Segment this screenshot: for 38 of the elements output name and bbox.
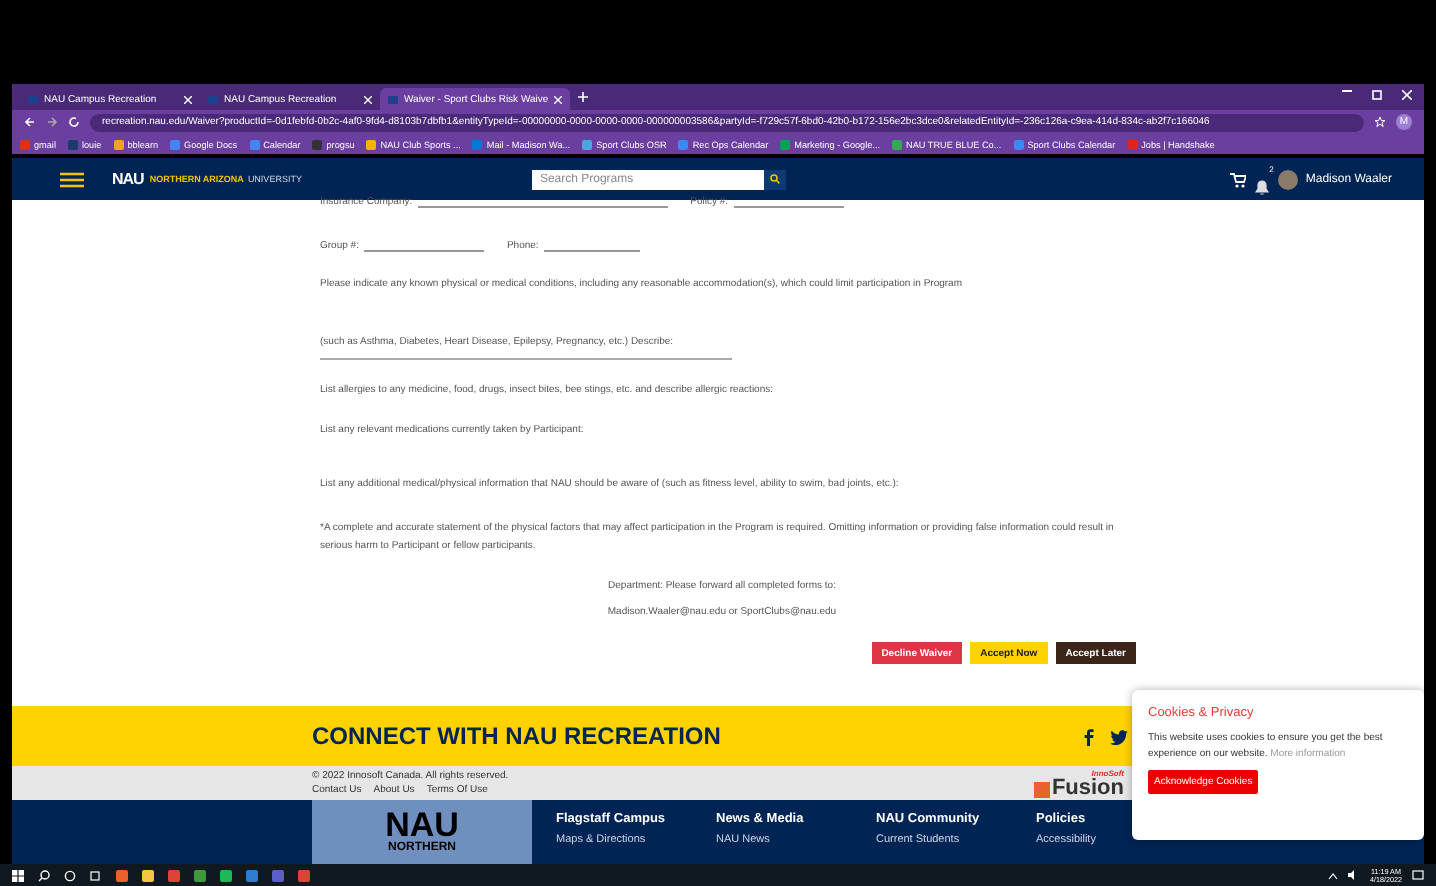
logo: NAU bbox=[112, 170, 144, 188]
windows-start-icon[interactable] bbox=[12, 869, 24, 881]
search-button[interactable] bbox=[763, 169, 786, 189]
footer-logo: NAU bbox=[385, 808, 459, 842]
cart-icon[interactable] bbox=[1229, 171, 1246, 187]
minimize-icon[interactable] bbox=[1342, 90, 1352, 94]
close-icon[interactable] bbox=[184, 95, 192, 103]
bell-icon[interactable] bbox=[1253, 178, 1270, 196]
twitter-icon[interactable] bbox=[1110, 727, 1129, 745]
forward-icon[interactable] bbox=[46, 116, 58, 128]
facebook-icon[interactable] bbox=[1080, 727, 1099, 745]
brand-text: Fusion bbox=[1051, 778, 1124, 798]
task-view-icon[interactable] bbox=[90, 869, 102, 881]
app-icon[interactable] bbox=[272, 869, 284, 881]
app-icon[interactable] bbox=[194, 869, 206, 881]
app-icon[interactable] bbox=[220, 869, 232, 881]
speaker-icon[interactable] bbox=[1348, 870, 1360, 880]
fusion-logo-icon bbox=[1033, 782, 1050, 798]
site-icon bbox=[28, 95, 38, 103]
back-icon[interactable] bbox=[24, 116, 36, 128]
chevron-icon[interactable] bbox=[1328, 871, 1338, 879]
plus-icon[interactable] bbox=[578, 92, 589, 102]
app-icon[interactable] bbox=[116, 869, 128, 881]
menu-icon[interactable] bbox=[60, 171, 84, 187]
close-icon[interactable] bbox=[1402, 90, 1412, 100]
circle-icon[interactable] bbox=[64, 869, 76, 881]
search-icon[interactable] bbox=[38, 869, 50, 881]
star-icon[interactable] bbox=[1374, 116, 1386, 128]
section-title: CONNECT WITH NAU RECREATION bbox=[312, 722, 721, 750]
site-icon bbox=[208, 95, 218, 103]
notification-icon[interactable] bbox=[1412, 869, 1424, 881]
site-icon bbox=[388, 95, 398, 103]
reload-icon[interactable] bbox=[68, 116, 80, 128]
maximize-icon[interactable] bbox=[1372, 90, 1382, 100]
search-icon bbox=[769, 174, 780, 184]
close-icon[interactable] bbox=[554, 95, 563, 103]
avatar bbox=[1277, 169, 1298, 189]
close-icon[interactable] bbox=[364, 95, 372, 103]
